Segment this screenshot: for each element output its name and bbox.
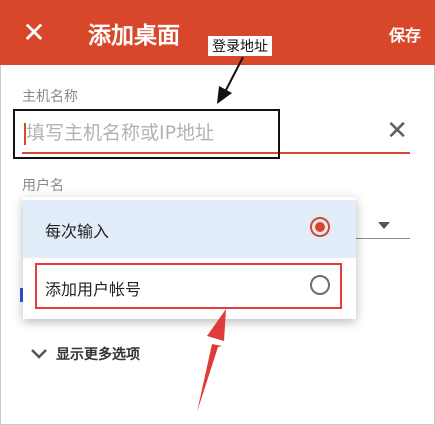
more-options-label: 显示更多选项 xyxy=(56,347,140,363)
menu-item-label: 每次输入 xyxy=(45,222,110,241)
close-button[interactable]: ✕ xyxy=(14,14,54,52)
chevron-down-icon xyxy=(31,349,47,359)
page-title: 添加桌面 xyxy=(88,23,180,49)
host-field-label: 主机名称 xyxy=(22,89,78,105)
save-button[interactable]: 保存 xyxy=(389,22,421,46)
more-options-toggle[interactable]: 显示更多选项 xyxy=(30,344,140,364)
dropdown-arrow-icon[interactable] xyxy=(378,222,390,229)
add-account-highlight-box xyxy=(35,263,342,309)
annotation-arrow-bottom-body xyxy=(197,344,222,412)
user-field-label: 用户名 xyxy=(22,178,64,194)
radio-checked-icon[interactable] xyxy=(310,217,330,237)
annotation-login-address: 登录地址 xyxy=(208,36,272,56)
host-highlight-box xyxy=(13,109,280,159)
annotation-arrow-top-head xyxy=(217,86,232,104)
clear-icon[interactable]: ✕ xyxy=(386,118,408,144)
left-border xyxy=(0,65,1,425)
close-icon: ✕ xyxy=(22,16,46,49)
menu-item-input-each-time[interactable]: 每次输入 xyxy=(23,200,356,258)
